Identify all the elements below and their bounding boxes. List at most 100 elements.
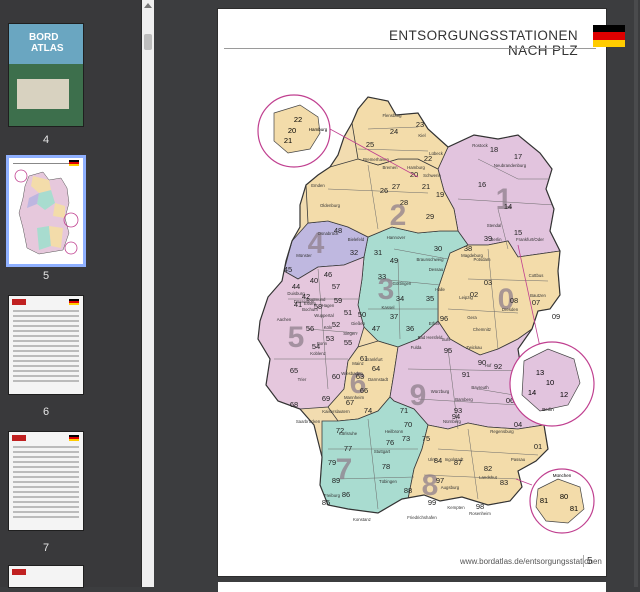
scroll-up-icon[interactable] <box>144 3 152 8</box>
plz-zone-label: 79 <box>328 458 336 467</box>
plz-zone-label: 18 <box>490 145 498 154</box>
plz-zone-label: 46 <box>324 270 332 279</box>
city-label: Gießen <box>351 321 366 326</box>
thumbnail-image <box>9 566 83 587</box>
plz-zone-label: 57 <box>332 282 340 291</box>
plz-zone-label: 71 <box>400 406 408 415</box>
city-label: Bonn <box>317 341 328 346</box>
city-label: Freiburg <box>324 493 341 498</box>
thumbnail-label: 5 <box>42 270 50 282</box>
footer-divider <box>583 555 584 567</box>
plz-zone-label: 01 <box>534 442 542 451</box>
city-label: Münster <box>296 253 312 258</box>
sidebar-scrollbar[interactable] <box>141 0 154 587</box>
hamburg-zone: 21 <box>284 136 292 145</box>
plz-zone-label: 50 <box>358 310 366 319</box>
city-label: Augsburg <box>441 485 460 490</box>
plz-zone-label: 53 <box>326 334 334 343</box>
plz-zone-label: 35 <box>426 294 434 303</box>
plz-zone-label: 59 <box>334 296 342 305</box>
city-label: Koblenz <box>310 351 326 356</box>
berlin-label: Berlin <box>542 407 554 412</box>
city-label: Bremen <box>382 165 398 170</box>
plz-zone-label: 82 <box>484 464 492 473</box>
thumbnail-image <box>9 432 83 530</box>
city-label: Kempten <box>447 505 465 510</box>
city-label: Emden <box>311 183 325 188</box>
city-label: Osnabrück <box>318 231 340 236</box>
city-label: Gera <box>467 315 477 320</box>
city-label: Bochum <box>302 307 318 312</box>
city-label: Tübingen <box>379 479 398 484</box>
plz-zone-label: 64 <box>372 364 380 373</box>
city-label: Kaiserslautern <box>322 409 350 414</box>
city-label: Leipzig <box>459 295 473 300</box>
city-label: Saarbrücken <box>296 419 321 424</box>
city-label: Dessau <box>429 267 444 272</box>
scrollbar-thumb[interactable] <box>144 34 152 50</box>
plz-zone-label: 37 <box>390 312 398 321</box>
city-label: Friedrichshafen <box>407 515 437 520</box>
city-label: Wiesbaden <box>341 371 363 376</box>
plz-zone-label: 27 <box>392 182 400 191</box>
city-label: Karlsruhe <box>339 431 358 436</box>
plz-zone-label: 55 <box>344 338 352 347</box>
city-label: Wuppertal <box>314 313 334 318</box>
plz-zone-label: 31 <box>374 248 382 257</box>
page-number: 5 <box>587 556 593 567</box>
germany-plz-map: 1 0 2 3 4 5 6 7 8 9 24232522202127282629… <box>257 94 595 534</box>
city-label: Göttingen <box>393 281 412 286</box>
city-label: Lübeck <box>429 151 444 156</box>
plz-zone-label: 91 <box>462 370 470 379</box>
plz-zone-label: 69 <box>322 394 330 403</box>
plz-zone-label: 38 <box>464 244 472 253</box>
plz-zone-label: 51 <box>344 308 352 317</box>
thumbnail-image <box>9 158 83 264</box>
inset-muenchen: 81 80 81 München <box>515 468 595 534</box>
plz-zone-label: 15 <box>514 228 522 237</box>
city-label: Hannover <box>387 235 406 240</box>
city-label: Ulm <box>428 457 436 462</box>
city-label: Heilbronn <box>385 429 404 434</box>
city-label: Kassel <box>382 305 395 310</box>
footer-url[interactable]: www.bordatlas.de/entsorgungsstationen <box>460 557 602 566</box>
plz-zone-label: 76 <box>386 438 394 447</box>
plz-zone-label: 65 <box>290 366 298 375</box>
city-label: Mannheim <box>344 395 364 400</box>
plz-zone-label: 03 <box>484 278 492 287</box>
city-label: Konstanz <box>353 517 371 522</box>
plz-zone-label: 32 <box>350 248 358 257</box>
plz-zone-label: 08 <box>510 296 518 305</box>
plz-zone-label: 52 <box>332 320 340 329</box>
city-label: Chemnitz <box>473 327 491 332</box>
city-label: Frankfurt/Oder <box>516 237 545 242</box>
plz-zone-label: 70 <box>404 420 412 429</box>
plz-zone-label: 40 <box>310 276 318 285</box>
thumbnail-label: 4 <box>42 134 50 146</box>
city-label: Potsdam <box>474 257 491 262</box>
city-label: Rosenheim <box>469 511 491 516</box>
plz-zone-label: 73 <box>402 434 410 443</box>
city-label: Frankfurt <box>365 357 383 362</box>
city-label: Würzburg <box>431 389 450 394</box>
muenchen-label: München <box>553 473 572 478</box>
plz-zone-label: 86 <box>342 490 350 499</box>
plz-zone-label: 16 <box>478 180 486 189</box>
plz-zone-label: 44 <box>292 282 300 291</box>
pdf-page: ENTSORGUNGSSTATIONEN NACH PLZ 1 0 2 3 4 … <box>218 9 625 576</box>
plz-zone-label: 47 <box>372 324 380 333</box>
plz-zone-label: 34 <box>396 294 404 303</box>
plz-zone-label: 21 <box>422 182 430 191</box>
plz-zone-label: 68 <box>290 400 298 409</box>
berlin-zone: 10 <box>546 378 554 387</box>
main-scrollbar[interactable] <box>632 0 640 587</box>
plz-zone-label: 74 <box>364 406 372 415</box>
plz-zone-label: 96 <box>440 314 448 323</box>
city-label: Bautzen <box>530 293 546 298</box>
muenchen-zone: 80 <box>560 492 568 501</box>
city-label: Dresden <box>502 307 519 312</box>
plz-zone-label: 95 <box>444 346 452 355</box>
city-label: Flensburg <box>382 113 402 118</box>
plz-zone-label: 23 <box>416 120 424 129</box>
plz-zone-label: 88 <box>404 486 412 495</box>
